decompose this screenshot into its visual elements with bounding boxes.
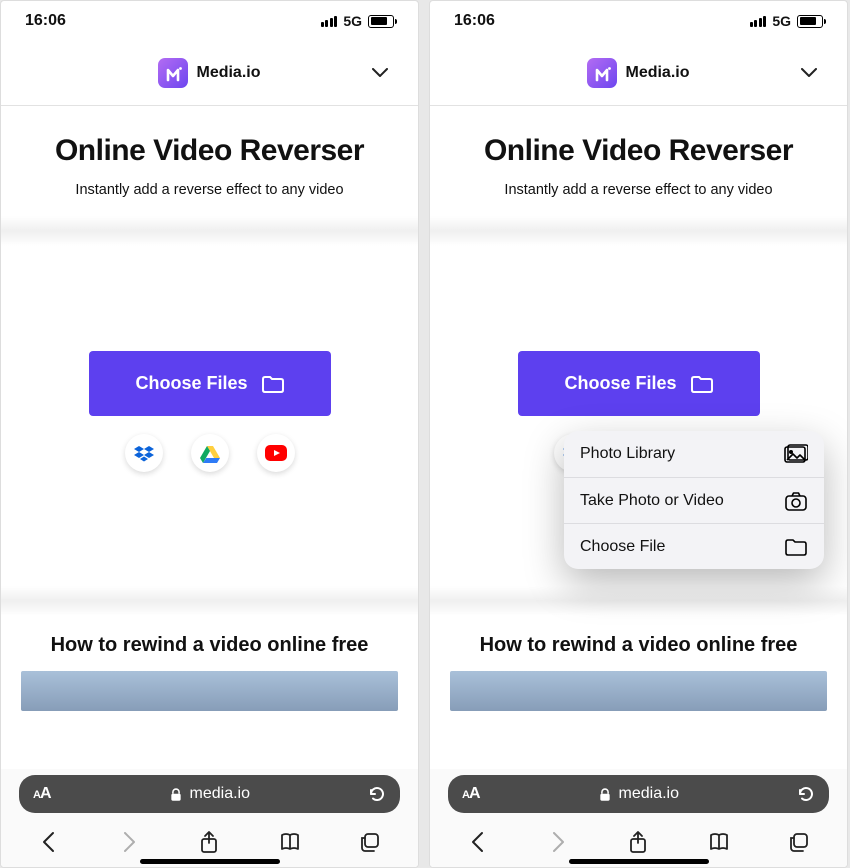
howto-preview-image — [450, 671, 827, 711]
tabs-button[interactable] — [777, 824, 821, 860]
site-header: Media.io — [430, 41, 847, 106]
battery-icon — [368, 15, 394, 28]
howto-heading: How to rewind a video online free — [21, 634, 398, 657]
folder-icon — [262, 375, 284, 393]
picker-take-photo[interactable]: Take Photo or Video — [564, 477, 824, 523]
page-title: Online Video Reverser — [450, 134, 827, 168]
picker-item-label: Photo Library — [580, 445, 675, 463]
home-indicator — [569, 859, 709, 864]
forward-button[interactable] — [107, 824, 151, 860]
home-indicator — [140, 859, 280, 864]
menu-toggle[interactable] — [372, 68, 388, 78]
share-button[interactable] — [616, 824, 660, 860]
share-button[interactable] — [187, 824, 231, 860]
divider-shadow — [430, 216, 847, 246]
photos-icon — [784, 444, 808, 464]
divider-shadow-2 — [430, 586, 847, 616]
text-size-button[interactable]: AA — [462, 785, 480, 803]
picker-choose-file[interactable]: Choose File — [564, 523, 824, 569]
brand-logo-icon — [587, 58, 617, 88]
file-picker-menu: Photo Library Take Photo or Video Choose… — [564, 431, 824, 569]
page-title: Online Video Reverser — [21, 134, 398, 168]
phone-right: 16:06 5G Media.io Online Video Reverser … — [429, 0, 848, 868]
lock-icon — [598, 786, 612, 803]
brand[interactable]: Media.io — [158, 58, 260, 88]
address-bar-container: AA media.io — [430, 769, 847, 819]
network-label: 5G — [772, 13, 791, 29]
address-bar[interactable]: AA media.io — [19, 775, 400, 813]
url-domain: media.io — [190, 785, 250, 803]
back-button[interactable] — [456, 824, 500, 860]
brand-name: Media.io — [625, 64, 689, 82]
back-button[interactable] — [27, 824, 71, 860]
source-youtube[interactable] — [257, 434, 295, 472]
howto-section: How to rewind a video online free — [430, 616, 847, 657]
picker-item-label: Choose File — [580, 538, 665, 556]
picker-photo-library[interactable]: Photo Library — [564, 431, 824, 477]
signal-icon — [321, 16, 338, 27]
address-bar[interactable]: AA media.io — [448, 775, 829, 813]
site-header: Media.io — [1, 41, 418, 106]
status-time: 16:06 — [454, 12, 495, 30]
status-bar: 16:06 5G — [430, 1, 847, 41]
status-time: 16:06 — [25, 12, 66, 30]
camera-icon — [784, 490, 808, 512]
network-label: 5G — [343, 13, 362, 29]
folder-outline-icon — [784, 536, 808, 558]
alt-sources — [125, 434, 295, 472]
google-drive-icon — [199, 443, 221, 463]
howto-heading: How to rewind a video online free — [450, 634, 827, 657]
dropbox-icon — [133, 443, 155, 463]
address-bar-container: AA media.io — [1, 769, 418, 819]
brand-name: Media.io — [196, 64, 260, 82]
hero: Online Video Reverser Instantly add a re… — [1, 106, 418, 216]
reload-button[interactable] — [368, 785, 386, 803]
hero: Online Video Reverser Instantly add a re… — [430, 106, 847, 216]
brand[interactable]: Media.io — [587, 58, 689, 88]
choose-files-label: Choose Files — [135, 373, 247, 394]
lock-icon — [169, 786, 183, 803]
bookmarks-button[interactable] — [697, 824, 741, 860]
tabs-button[interactable] — [348, 824, 392, 860]
bookmarks-button[interactable] — [268, 824, 312, 860]
choose-files-label: Choose Files — [564, 373, 676, 394]
forward-button[interactable] — [536, 824, 580, 860]
url-domain: media.io — [619, 785, 679, 803]
divider-shadow — [1, 216, 418, 246]
status-right: 5G — [321, 13, 394, 29]
page-subtitle: Instantly add a reverse effect to any vi… — [450, 182, 827, 198]
phone-left: 16:06 5G Media.io Online Video Reverser … — [0, 0, 419, 868]
folder-icon — [691, 375, 713, 393]
choose-files-button[interactable]: Choose Files — [518, 351, 760, 416]
status-bar: 16:06 5G — [1, 1, 418, 41]
source-google-drive[interactable] — [191, 434, 229, 472]
text-size-button[interactable]: AA — [33, 785, 51, 803]
battery-icon — [797, 15, 823, 28]
reload-button[interactable] — [797, 785, 815, 803]
youtube-icon — [264, 442, 288, 464]
choose-files-button[interactable]: Choose Files — [89, 351, 331, 416]
picker-item-label: Take Photo or Video — [580, 492, 724, 510]
brand-logo-icon — [158, 58, 188, 88]
upload-zone: Choose Files — [1, 246, 418, 586]
menu-toggle[interactable] — [801, 68, 817, 78]
source-dropbox[interactable] — [125, 434, 163, 472]
page-subtitle: Instantly add a reverse effect to any vi… — [21, 182, 398, 198]
signal-icon — [750, 16, 767, 27]
divider-shadow-2 — [1, 586, 418, 616]
howto-section: How to rewind a video online free — [1, 616, 418, 657]
status-right: 5G — [750, 13, 823, 29]
howto-preview-image — [21, 671, 398, 711]
